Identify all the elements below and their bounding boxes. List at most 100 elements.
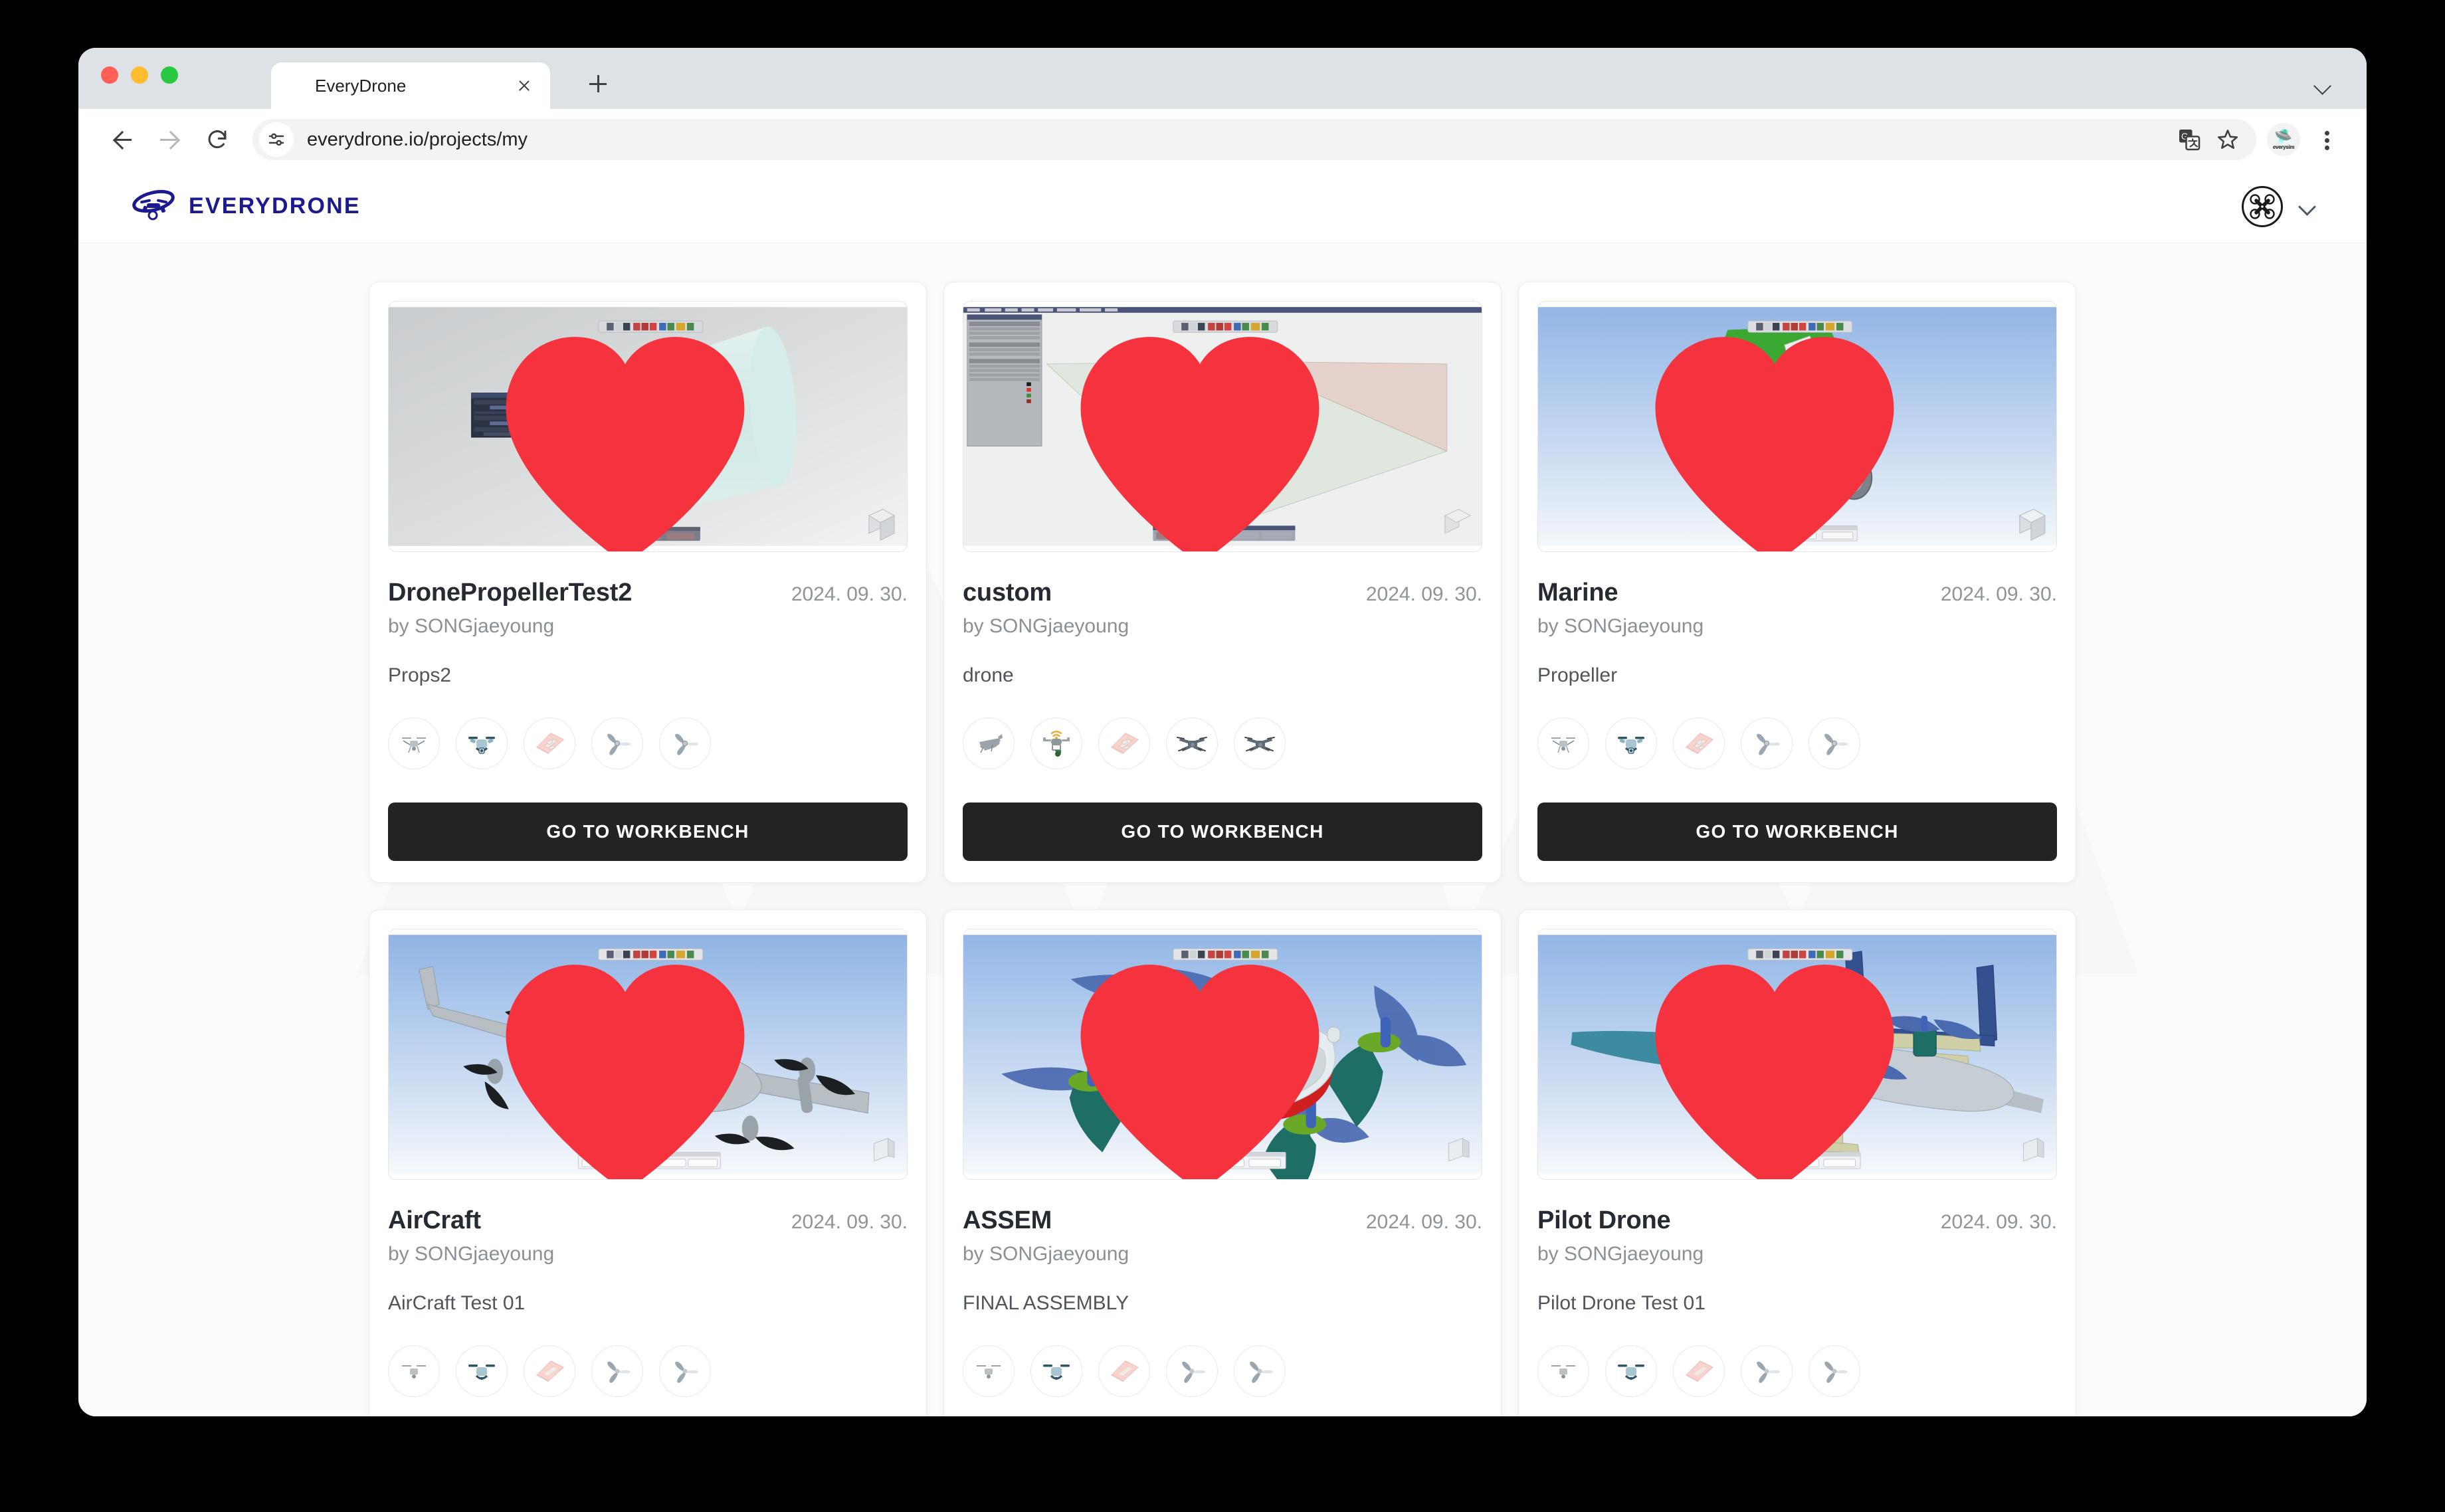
chevron-down-icon[interactable] bbox=[2298, 197, 2317, 217]
aircraft-plane-pink-icon[interactable] bbox=[1098, 717, 1150, 769]
aircraft-plane-pink-icon[interactable] bbox=[524, 1345, 575, 1397]
quadcopter-photo-icon[interactable] bbox=[963, 1345, 1015, 1397]
browser-tabstrip: EveryDrone bbox=[78, 48, 2367, 109]
project-tag-icons bbox=[388, 1345, 908, 1397]
project-card-header: Pilot Drone 2024. 09. 30. bbox=[1537, 1206, 2057, 1235]
browser-window: EveryDrone everydrone.io/projects/my G 🛸… bbox=[78, 48, 2367, 1416]
project-title: ASSEM bbox=[963, 1206, 1052, 1234]
extension-profile-avatar[interactable]: 🛸 everysim bbox=[2267, 123, 2300, 156]
tab-list-chevron-icon[interactable] bbox=[2313, 76, 2332, 94]
brand-logo[interactable]: EVERYDRONE bbox=[130, 187, 361, 225]
fixed-wing-drone-icon[interactable] bbox=[963, 717, 1015, 769]
propeller-icon[interactable] bbox=[1741, 1345, 1793, 1397]
quadcopter-avatar-icon[interactable] bbox=[2242, 185, 2283, 227]
projects-grid: DronePropellerTest2 2024. 09. 30. by SON… bbox=[369, 282, 2076, 1416]
propeller-icon[interactable] bbox=[1166, 1345, 1218, 1397]
project-thumbnail[interactable] bbox=[963, 929, 1482, 1180]
project-description: drone bbox=[963, 664, 1014, 686]
close-window-button[interactable] bbox=[101, 66, 118, 84]
project-author: by SONGjaeyoung bbox=[1537, 1243, 1704, 1265]
quadcopter-blue-icon[interactable] bbox=[1605, 717, 1657, 769]
project-thumbnail[interactable] bbox=[388, 929, 908, 1180]
propeller-icon[interactable] bbox=[1741, 717, 1793, 769]
project-card[interactable]: DronePropellerTest2 2024. 09. 30. by SON… bbox=[369, 282, 927, 883]
bookmark-star-icon[interactable] bbox=[2210, 122, 2246, 157]
aircraft-plane-pink-icon[interactable] bbox=[1673, 1345, 1725, 1397]
forward-arrow-icon[interactable] bbox=[149, 119, 190, 160]
address-bar-url: everydrone.io/projects/my bbox=[307, 128, 528, 150]
quadcopter-dark-icon[interactable] bbox=[1234, 717, 1286, 769]
propeller-icon[interactable] bbox=[659, 717, 711, 769]
project-date: 2024. 09. 30. bbox=[1365, 583, 1482, 605]
project-tag-icons bbox=[963, 717, 1482, 769]
maximize-window-button[interactable] bbox=[161, 66, 178, 84]
project-title: AirCraft bbox=[388, 1206, 481, 1234]
quadcopter-blue-icon[interactable] bbox=[456, 1345, 508, 1397]
project-title: Pilot Drone bbox=[1537, 1206, 1671, 1234]
quadcopter-photo-icon[interactable] bbox=[1537, 1345, 1589, 1397]
new-tab-plus-icon[interactable] bbox=[583, 69, 613, 98]
project-tag-icons bbox=[1537, 717, 2057, 769]
project-card[interactable]: custom 2024. 09. 30. by SONGjaeyoung dro… bbox=[943, 282, 1502, 883]
project-card-header: AirCraft 2024. 09. 30. bbox=[388, 1206, 908, 1235]
project-date: 2024. 09. 30. bbox=[791, 1211, 908, 1233]
translate-icon[interactable]: G bbox=[2171, 122, 2207, 157]
project-card[interactable]: AirCraft 2024. 09. 30. by SONGjaeyoung A… bbox=[369, 909, 927, 1416]
go-to-workbench-button[interactable]: GO TO WORKBENCH bbox=[963, 803, 1482, 861]
quadcopter-blue-icon[interactable] bbox=[456, 717, 508, 769]
propeller-icon[interactable] bbox=[659, 1345, 711, 1397]
quadcopter-photo-icon[interactable] bbox=[388, 717, 440, 769]
go-to-workbench-button[interactable]: GO TO WORKBENCH bbox=[1537, 803, 2057, 861]
project-title: DronePropellerTest2 bbox=[388, 579, 633, 607]
heart-filled-icon[interactable] bbox=[963, 326, 1459, 552]
project-thumbnail[interactable] bbox=[1537, 301, 2057, 552]
heart-filled-icon[interactable] bbox=[963, 953, 1459, 1180]
project-thumbnail[interactable] bbox=[963, 301, 1482, 552]
project-description: Propeller bbox=[1537, 664, 1618, 686]
project-thumbnail[interactable] bbox=[388, 301, 908, 552]
quadcopter-photo-icon[interactable] bbox=[388, 1345, 440, 1397]
propeller-icon[interactable] bbox=[591, 1345, 643, 1397]
project-description: FINAL ASSEMBLY bbox=[963, 1292, 1129, 1314]
project-description: Props2 bbox=[388, 664, 452, 686]
quadcopter-blue-icon[interactable] bbox=[1030, 1345, 1082, 1397]
project-tag-icons bbox=[388, 717, 908, 769]
reload-icon[interactable] bbox=[197, 119, 238, 160]
project-card[interactable]: ASSEM 2024. 09. 30. by SONGjaeyoung FINA… bbox=[943, 909, 1502, 1416]
window-controls bbox=[101, 66, 178, 84]
propeller-icon[interactable] bbox=[1809, 717, 1860, 769]
go-to-workbench-button[interactable]: GO TO WORKBENCH bbox=[388, 803, 908, 861]
browser-tab[interactable]: EveryDrone bbox=[271, 62, 550, 109]
project-author: by SONGjaeyoung bbox=[388, 1243, 555, 1265]
propeller-icon[interactable] bbox=[1809, 1345, 1860, 1397]
brand-name: EVERYDRONE bbox=[189, 193, 361, 219]
kebab-menu-icon[interactable] bbox=[2309, 122, 2344, 157]
close-tab-icon[interactable] bbox=[513, 74, 536, 97]
project-thumbnail[interactable] bbox=[1537, 929, 2057, 1180]
heart-filled-icon[interactable] bbox=[1537, 953, 2034, 1180]
propeller-icon[interactable] bbox=[591, 717, 643, 769]
heart-filled-icon[interactable] bbox=[388, 326, 884, 552]
site-settings-icon[interactable] bbox=[259, 122, 294, 157]
drone-signal-icon[interactable] bbox=[1030, 717, 1082, 769]
heart-filled-icon[interactable] bbox=[1537, 326, 2034, 552]
aircraft-plane-pink-icon[interactable] bbox=[1098, 1345, 1150, 1397]
project-author: by SONGjaeyoung bbox=[963, 1243, 1129, 1265]
project-date: 2024. 09. 30. bbox=[1940, 1211, 2057, 1233]
project-tag-icons bbox=[963, 1345, 1482, 1397]
project-author: by SONGjaeyoung bbox=[388, 615, 555, 637]
heart-filled-icon[interactable] bbox=[388, 953, 884, 1180]
back-arrow-icon[interactable] bbox=[101, 119, 142, 160]
propeller-icon[interactable] bbox=[1234, 1345, 1286, 1397]
desktop-background: EveryDrone everydrone.io/projects/my G 🛸… bbox=[0, 0, 2445, 1512]
minimize-window-button[interactable] bbox=[131, 66, 148, 84]
everysim-logo-icon: 🛸 bbox=[2274, 128, 2293, 145]
quadcopter-blue-icon[interactable] bbox=[1605, 1345, 1657, 1397]
project-card[interactable]: Pilot Drone 2024. 09. 30. by SONGjaeyoun… bbox=[1518, 909, 2076, 1416]
quadcopter-photo-icon[interactable] bbox=[1537, 717, 1589, 769]
address-bar[interactable]: everydrone.io/projects/my G bbox=[252, 119, 2256, 160]
quadcopter-dark-icon[interactable] bbox=[1166, 717, 1218, 769]
project-card[interactable]: Marine 2024. 09. 30. by SONGjaeyoung Pro… bbox=[1518, 282, 2076, 883]
aircraft-plane-pink-icon[interactable] bbox=[1673, 717, 1725, 769]
aircraft-plane-pink-icon[interactable] bbox=[524, 717, 575, 769]
